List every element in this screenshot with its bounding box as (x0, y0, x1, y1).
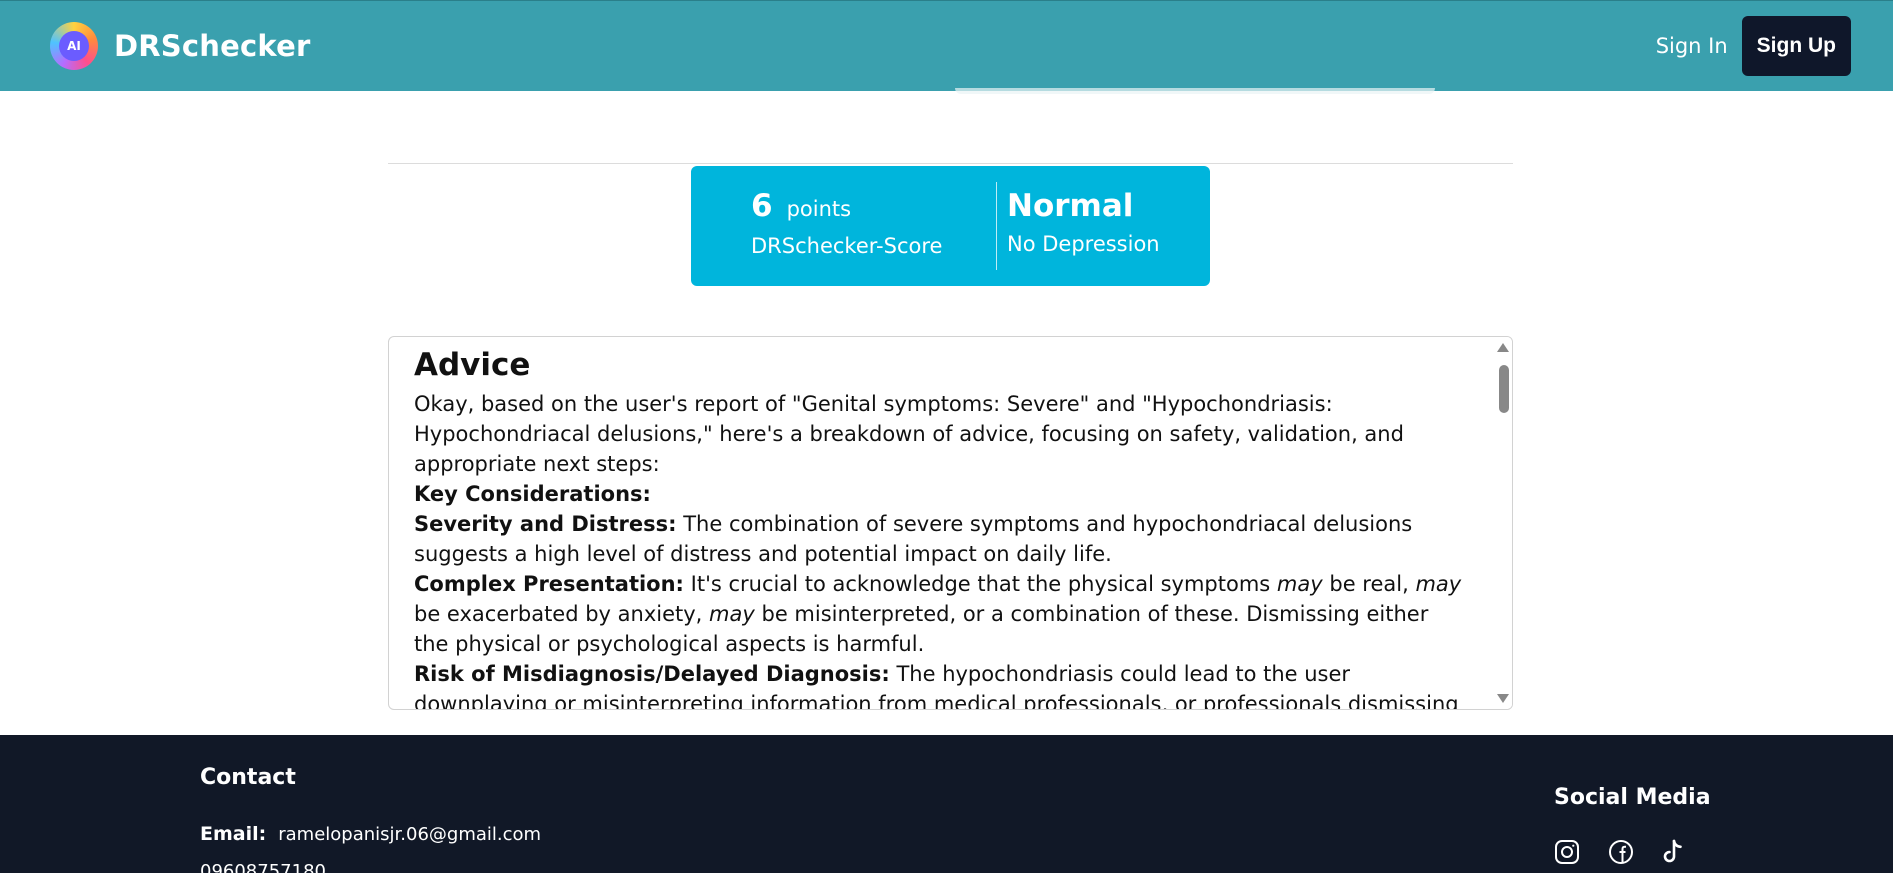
email-label: Email: (200, 823, 267, 845)
contact-title: Contact (200, 765, 296, 790)
advice-item-text: be exacerbated by anxiety, (414, 602, 710, 626)
advice-scrollbar[interactable] (1494, 337, 1512, 709)
status-title: Normal (1007, 188, 1134, 224)
advice-item: Complex Presentation: It's crucial to ac… (414, 569, 1462, 659)
section-divider (388, 163, 1513, 164)
advice-item-heading: Severity and Distress: (414, 512, 677, 536)
auth-nav: Sign In Sign Up (1656, 16, 1851, 76)
footer: Contact Email: ramelopanisjr.06@gmail.co… (0, 735, 1893, 873)
header-dropdown-shadow (955, 88, 1435, 94)
advice-item-text: It's crucial to acknowledge that the phy… (683, 572, 1277, 596)
advice-content: Advice Okay, based on the user's report … (389, 337, 1512, 709)
email-value[interactable]: ramelopanisjr.06@gmail.com (278, 824, 541, 845)
scroll-up-arrow-icon[interactable] (1497, 343, 1509, 352)
advice-item-heading: Risk of Misdiagnosis/Delayed Diagnosis: (414, 662, 890, 686)
scroll-down-arrow-icon[interactable] (1497, 694, 1509, 703)
advice-item-text: be real, (1322, 572, 1416, 596)
status-section: Normal No Depression (997, 166, 1160, 286)
score-line: 6 points (751, 188, 996, 224)
email-row: Email: ramelopanisjr.06@gmail.com (200, 823, 541, 845)
scrollbar-thumb[interactable] (1499, 365, 1509, 413)
brand-name[interactable]: DRSchecker (114, 29, 310, 63)
social-media-title: Social Media (1554, 785, 1711, 810)
advice-section-heading: Key Considerations: (414, 479, 1462, 509)
top-navbar: AI DRSchecker Sign In Sign Up (0, 0, 1893, 91)
score-unit: points (786, 197, 852, 221)
advice-panel[interactable]: Advice Okay, based on the user's report … (388, 336, 1513, 710)
logo-text: AI (59, 31, 89, 61)
instagram-icon[interactable] (1554, 839, 1580, 865)
phone-value: 09608757180 (200, 861, 326, 873)
score-label: DRSchecker-Score (751, 234, 943, 258)
score-value: 6 (751, 188, 773, 224)
section-heading-text: Key Considerations: (414, 482, 651, 506)
advice-item-emphasis: may (1276, 572, 1323, 596)
status-subtitle: No Depression (1007, 232, 1160, 256)
social-icons (1554, 839, 1686, 865)
tiktok-icon[interactable] (1662, 839, 1686, 865)
advice-intro: Okay, based on the user's report of "Gen… (414, 392, 1404, 476)
advice-title: Advice (414, 347, 531, 383)
brand[interactable]: AI DRSchecker (50, 22, 310, 70)
advice-item-emphasis: may (709, 602, 755, 626)
sign-up-button[interactable]: Sign Up (1741, 16, 1851, 76)
logo-icon: AI (50, 22, 98, 70)
facebook-icon[interactable] (1608, 839, 1634, 865)
sign-in-link[interactable]: Sign In (1656, 24, 1728, 68)
score-card: 6 points DRSchecker-Score Normal No Depr… (691, 166, 1210, 286)
advice-item-heading: Complex Presentation: (414, 572, 684, 596)
advice-item: Risk of Misdiagnosis/Delayed Diagnosis: … (414, 659, 1462, 709)
advice-item: Severity and Distress: The combination o… (414, 509, 1462, 569)
score-section: 6 points DRSchecker-Score (691, 166, 996, 286)
advice-item-emphasis: may (1415, 572, 1462, 596)
